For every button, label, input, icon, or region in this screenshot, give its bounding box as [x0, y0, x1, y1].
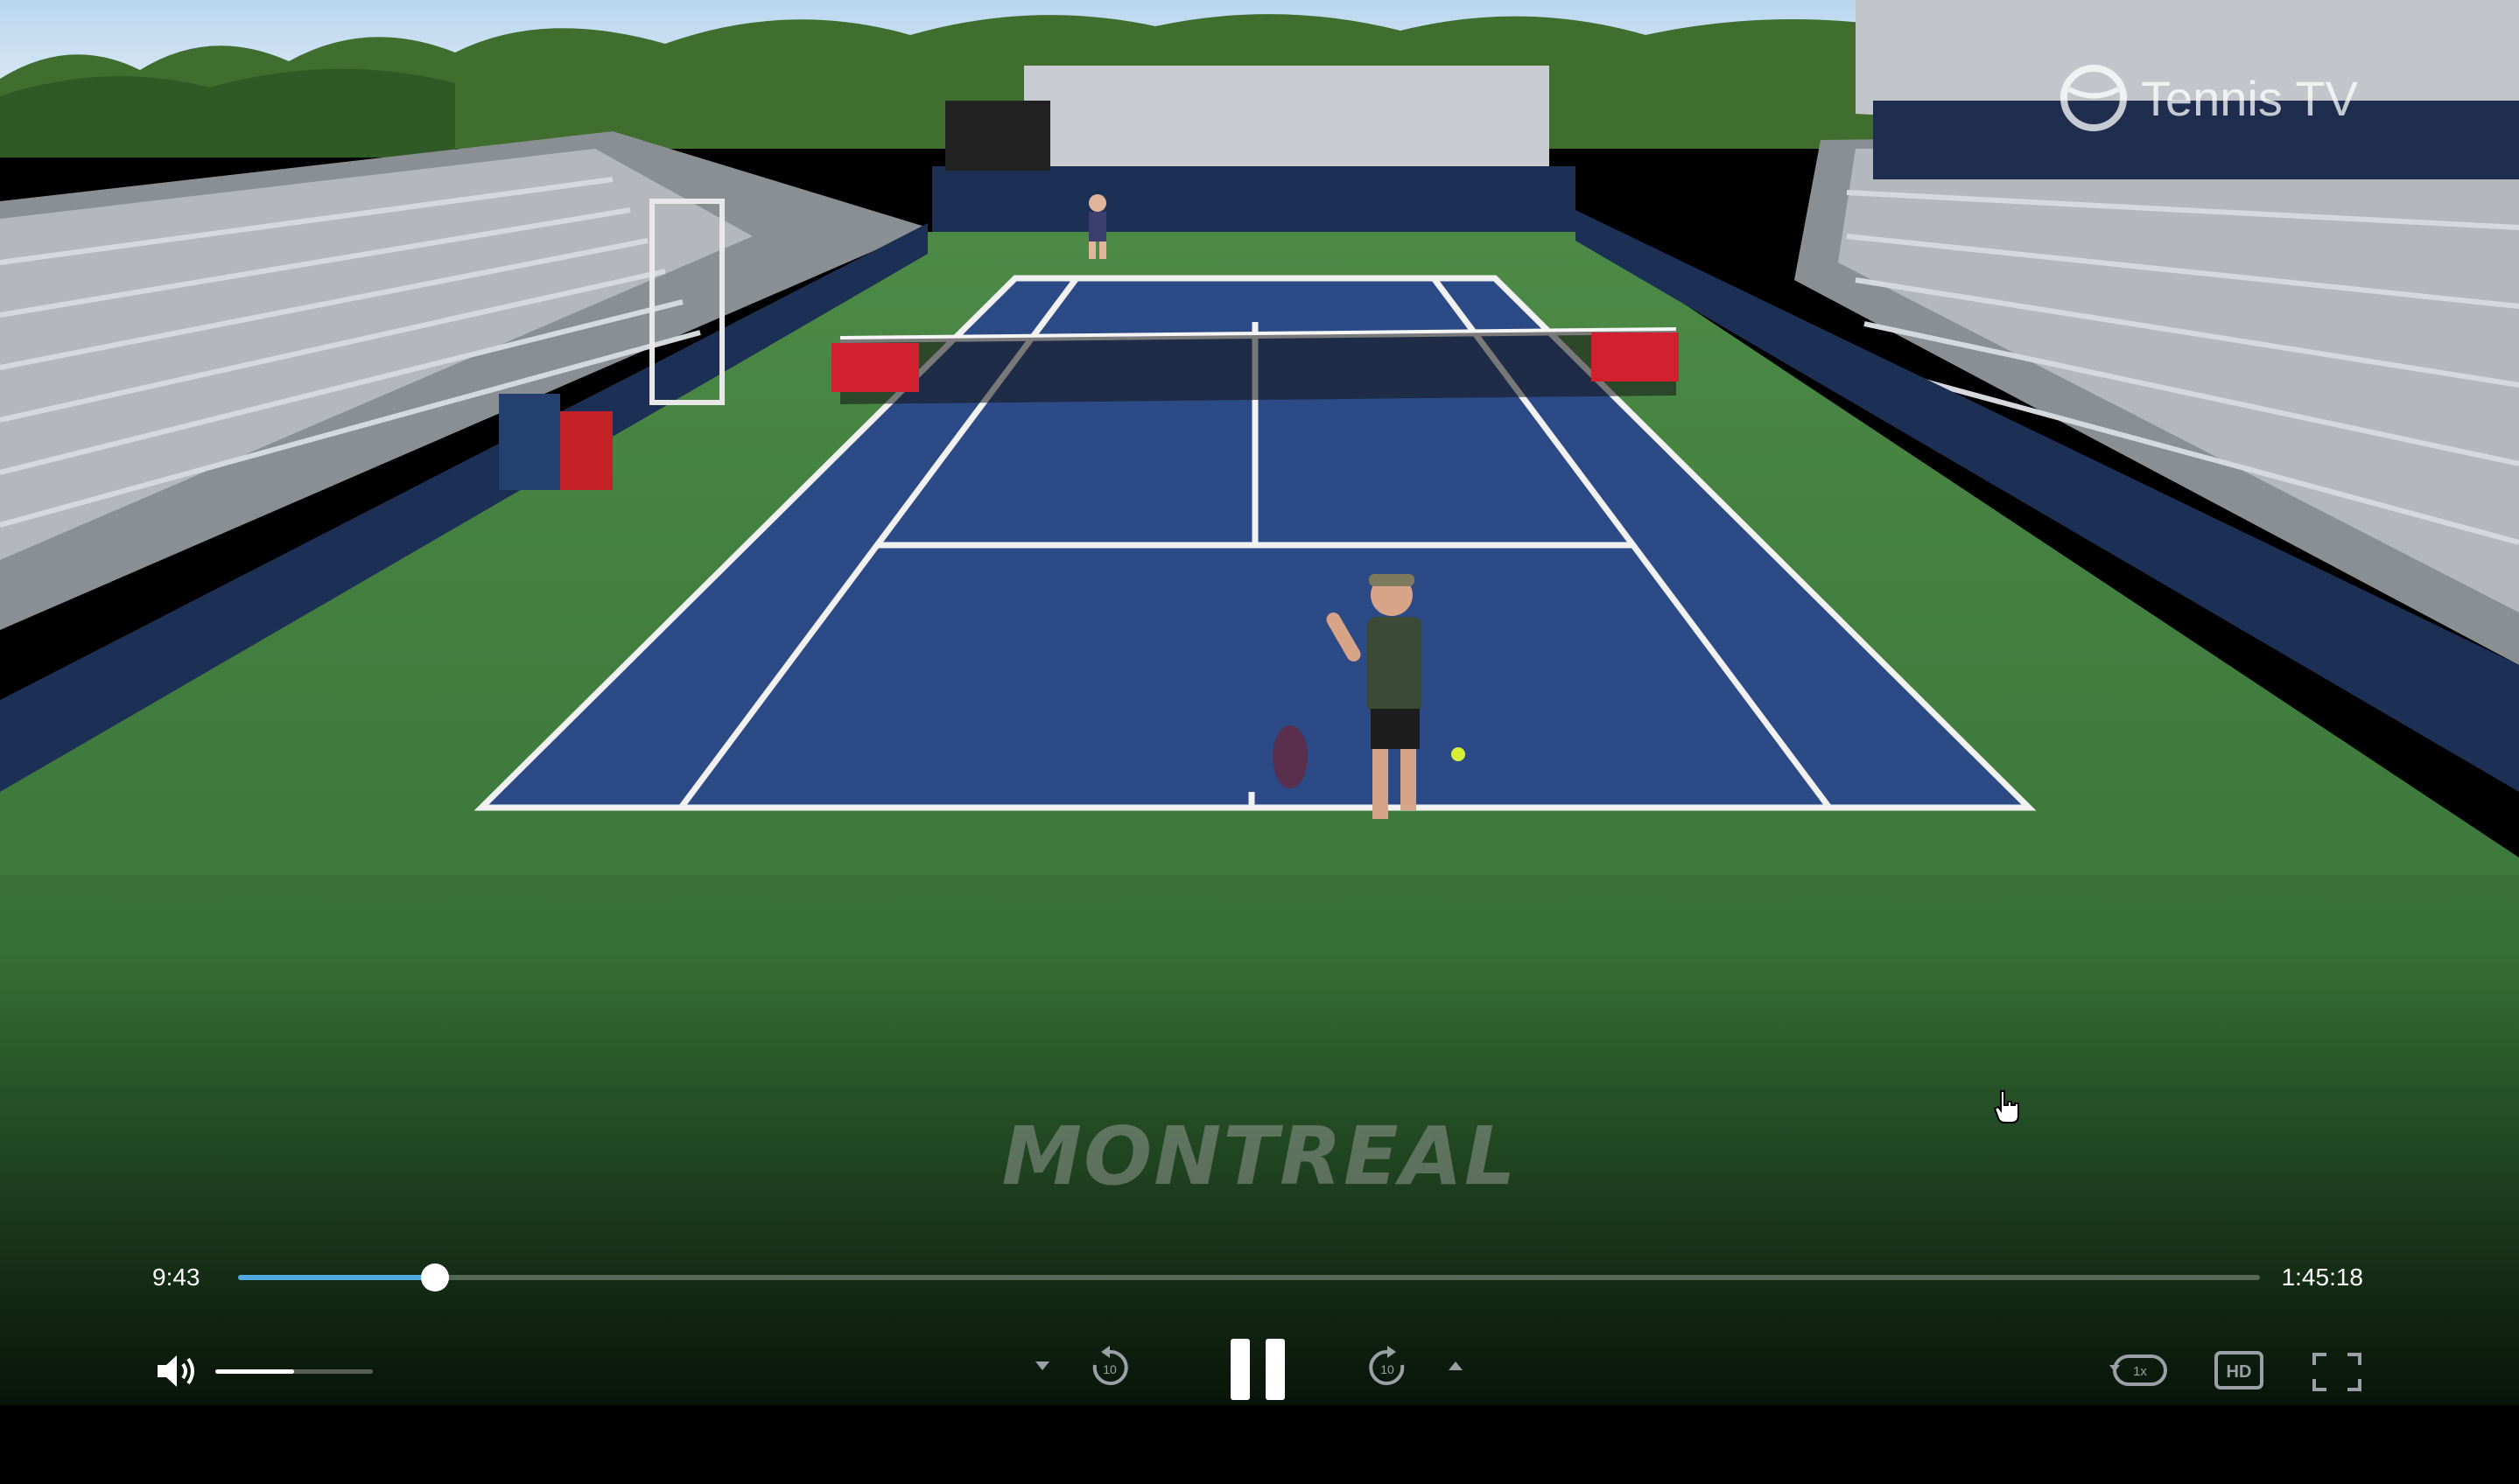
- seek-handle[interactable]: [421, 1264, 450, 1292]
- pause-icon[interactable]: [1229, 1337, 1287, 1402]
- playback-speed-icon: 1x: [2109, 1354, 2167, 1386]
- seek-bar[interactable]: [238, 1264, 2260, 1292]
- forward-10-button[interactable]: 10: [1365, 1346, 1409, 1390]
- quality-label: HD: [2227, 1362, 2252, 1382]
- hand-cursor-icon: [1993, 1090, 2019, 1124]
- channel-logo-text: Tennis TV: [2141, 70, 2358, 126]
- quality-button[interactable]: HD: [2214, 1351, 2263, 1390]
- video-viewport[interactable]: Tennis TV MONTREAL 9:43 1:45:18 10 10 1x…: [0, 0, 2519, 1405]
- rewind-10-button[interactable]: 10: [1088, 1346, 1132, 1390]
- speed-up-icon[interactable]: [1446, 1359, 1465, 1373]
- seek-progress: [238, 1275, 436, 1280]
- rewind-seconds-label: 10: [1103, 1362, 1117, 1376]
- speed-label: 1x: [2133, 1364, 2147, 1379]
- volume-level: [215, 1369, 294, 1374]
- video-watermark: MONTREAL: [1001, 1110, 1518, 1203]
- current-time: 9:43: [152, 1264, 200, 1291]
- fullscreen-icon[interactable]: [2312, 1353, 2361, 1391]
- volume-slider[interactable]: [215, 1369, 373, 1374]
- duration: 1:45:18: [2281, 1264, 2363, 1291]
- forward-seconds-label: 10: [1380, 1362, 1394, 1376]
- tennis-tv-logo-icon: [2060, 65, 2127, 131]
- channel-logo: Tennis TV: [2059, 63, 2358, 133]
- forward-10-icon: 10: [1369, 1346, 1405, 1385]
- speed-down-icon[interactable]: [1033, 1359, 1052, 1373]
- volume-icon[interactable]: [156, 1353, 200, 1390]
- hd-icon: HD: [2214, 1351, 2263, 1390]
- bottom-bar: [0, 1405, 2519, 1484]
- playback-speed-button[interactable]: 1x: [2109, 1351, 2171, 1390]
- rewind-10-icon: 10: [1092, 1346, 1128, 1385]
